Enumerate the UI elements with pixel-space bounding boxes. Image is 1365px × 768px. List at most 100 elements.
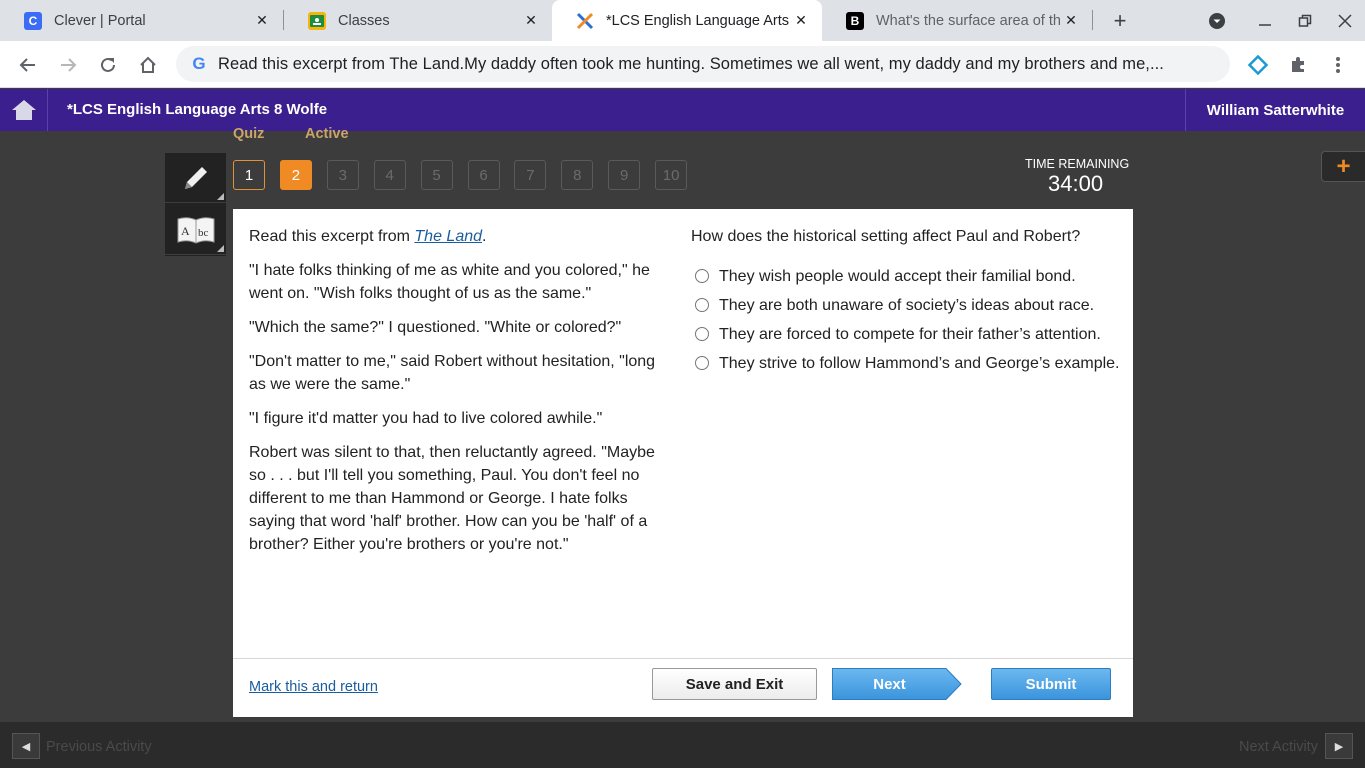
- time-remaining-label: TIME REMAINING: [1025, 157, 1130, 171]
- svg-text:A: A: [181, 224, 190, 238]
- passage-intro-period: .: [482, 228, 487, 245]
- save-and-exit-button[interactable]: Save and Exit: [652, 668, 817, 700]
- question-number-button[interactable]: 4: [373, 160, 406, 190]
- answer-options: They wish people would accept their fami…: [691, 265, 1121, 381]
- passage-paragraph: Robert was silent to that, then reluctan…: [249, 444, 655, 553]
- time-remaining-value: 34:00: [1048, 171, 1104, 196]
- tab-classes[interactable]: Classes ✕: [284, 0, 552, 41]
- question-content-panel: Read this excerpt from The Land. "I hate…: [233, 209, 1133, 717]
- question-number-button[interactable]: 9: [608, 160, 641, 190]
- svg-text:bc: bc: [198, 227, 209, 239]
- radio-button[interactable]: [695, 327, 709, 341]
- previous-activity-button[interactable]: ◀: [12, 733, 40, 759]
- passage-intro: Read this excerpt from The Land.: [249, 225, 663, 248]
- answer-option[interactable]: They strive to follow Hammond’s and Geor…: [691, 352, 1121, 375]
- previous-activity-label[interactable]: Previous Activity: [46, 739, 152, 755]
- radio-button[interactable]: [695, 298, 709, 312]
- question-number-button[interactable]: 5: [420, 160, 453, 190]
- edgenuity-icon: [576, 11, 594, 30]
- address-bar[interactable]: G Read this excerpt from The Land.My dad…: [176, 46, 1230, 82]
- answer-option-label: They wish people would accept their fami…: [719, 268, 1076, 285]
- expand-plus-button[interactable]: +: [1321, 151, 1365, 182]
- passage-paragraph: "I figure it'd matter you had to live co…: [249, 410, 603, 427]
- back-icon[interactable]: [15, 52, 41, 78]
- question-number-button[interactable]: 8: [561, 160, 594, 190]
- quiz-status: Active: [305, 126, 349, 142]
- question-prompt: How does the historical setting affect P…: [691, 228, 1081, 245]
- user-name[interactable]: William Satterwhite: [1185, 89, 1365, 131]
- pencil-tool-button[interactable]: [165, 153, 226, 203]
- dictionary-tool-button[interactable]: A bc: [165, 205, 226, 255]
- google-icon: G: [192, 54, 206, 73]
- dictionary-book-icon: A bc: [177, 216, 214, 244]
- close-icon[interactable]: ✕: [792, 12, 810, 30]
- tab-clever-portal[interactable]: C Clever | Portal ✕: [0, 0, 283, 41]
- close-icon[interactable]: ✕: [253, 12, 271, 30]
- answer-option[interactable]: They wish people would accept their fami…: [691, 265, 1121, 288]
- question-number-button[interactable]: 1: [233, 160, 265, 190]
- tab-search-icon[interactable]: [1206, 10, 1228, 32]
- question-number-button[interactable]: 6: [467, 160, 500, 190]
- brainly-icon: B: [846, 11, 864, 30]
- clever-icon: C: [24, 11, 42, 30]
- submit-button[interactable]: Submit: [991, 668, 1111, 700]
- close-window-icon[interactable]: [1334, 10, 1356, 32]
- home-icon: [11, 100, 36, 120]
- question-number-button[interactable]: 2: [279, 160, 312, 190]
- question-number-button[interactable]: 7: [514, 160, 547, 190]
- course-title: *LCS English Language Arts 8 Wolfe: [67, 101, 328, 118]
- menu-kebab-icon[interactable]: [1325, 52, 1351, 78]
- pencil-icon: [184, 166, 207, 189]
- passage-intro-text: Read this excerpt from: [249, 228, 415, 245]
- forward-icon[interactable]: [55, 52, 81, 78]
- tab-lcs-english[interactable]: *LCS English Language Arts ✕: [552, 0, 822, 41]
- reading-passage: Read this excerpt from The Land. "I hate…: [249, 225, 663, 567]
- passage-paragraph: "I hate folks thinking of me as white an…: [249, 262, 650, 302]
- answer-option[interactable]: They are both unaware of society’s ideas…: [691, 294, 1121, 317]
- address-bar-text: Read this excerpt from The Land.My daddy…: [218, 54, 1164, 73]
- home-icon[interactable]: [135, 52, 161, 78]
- tab-title: *LCS English Language Arts: [606, 12, 789, 29]
- book-title-link[interactable]: The Land: [414, 228, 482, 245]
- extension-diamond-icon[interactable]: [1245, 52, 1271, 78]
- activity-nav-bar: ◀ Previous Activity Next Activity ▶: [0, 722, 1365, 768]
- quiz-label: Quiz: [233, 126, 265, 142]
- next-activity-label[interactable]: Next Activity: [1239, 739, 1318, 755]
- close-icon[interactable]: ✕: [1062, 12, 1080, 30]
- caret-left-icon: ◀: [21, 740, 31, 753]
- reload-icon[interactable]: [95, 52, 121, 78]
- answer-option[interactable]: They are forced to compete for their fat…: [691, 323, 1121, 346]
- tool-panel: A bc: [165, 153, 226, 256]
- radio-button[interactable]: [695, 269, 709, 283]
- tab-title: What's the surface area of th: [876, 12, 1061, 29]
- close-icon[interactable]: ✕: [522, 12, 540, 30]
- answer-option-label: They strive to follow Hammond’s and Geor…: [719, 355, 1120, 372]
- next-button[interactable]: Next: [832, 668, 962, 700]
- next-activity-button[interactable]: ▶: [1325, 733, 1353, 759]
- browser-toolbar: G Read this excerpt from The Land.My dad…: [0, 41, 1365, 88]
- google-classroom-icon: [308, 11, 326, 30]
- course-header: *LCS English Language Arts 8 Wolfe Willi…: [0, 89, 1365, 131]
- restore-icon[interactable]: [1294, 10, 1316, 32]
- caret-right-icon: ▶: [1334, 740, 1344, 753]
- home-button[interactable]: [0, 89, 48, 131]
- browser-tab-strip: C Clever | Portal ✕ Classes ✕ *LCS Engli…: [0, 0, 1365, 41]
- extensions-puzzle-icon[interactable]: [1285, 52, 1311, 78]
- tab-divider: [1092, 10, 1093, 30]
- answer-option-label: They are both unaware of society’s ideas…: [719, 297, 1095, 314]
- answer-option-label: They are forced to compete for their fat…: [719, 326, 1101, 343]
- tab-brainly[interactable]: B What's the surface area of th ✕: [822, 0, 1092, 41]
- question-number-button[interactable]: 10: [655, 160, 688, 190]
- passage-paragraph: "Don't matter to me," said Robert withou…: [249, 353, 656, 393]
- minimize-icon[interactable]: [1254, 10, 1276, 32]
- radio-button[interactable]: [695, 356, 709, 370]
- question-number-button[interactable]: 3: [326, 160, 359, 190]
- mark-and-return-link[interactable]: Mark this and return: [249, 679, 378, 695]
- tab-title: Clever | Portal: [54, 12, 146, 29]
- new-tab-icon[interactable]: +: [1109, 8, 1131, 33]
- quiz-footer: Mark this and return Save and Exit Next …: [233, 658, 1133, 717]
- tab-title: Classes: [338, 12, 390, 29]
- next-button-label: Next: [873, 675, 906, 693]
- plus-icon: +: [1336, 152, 1351, 180]
- passage-paragraph: "Which the same?" I questioned. "White o…: [249, 319, 622, 336]
